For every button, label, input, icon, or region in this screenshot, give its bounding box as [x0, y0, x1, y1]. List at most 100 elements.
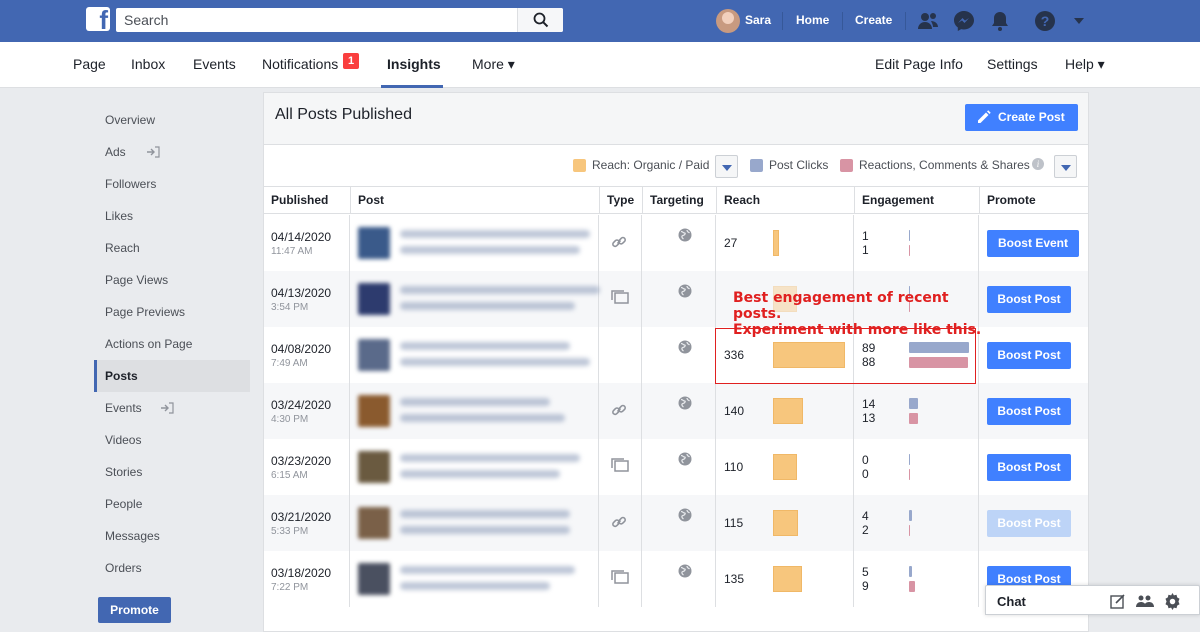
tab-inbox[interactable]: Inbox [131, 42, 165, 88]
blurred-post-text [400, 398, 550, 406]
post-cell[interactable] [350, 383, 599, 439]
post-clicks-swatch [750, 159, 763, 172]
boost-button[interactable]: Boost Post [987, 510, 1071, 537]
tab-notifications[interactable]: Notifications [262, 42, 338, 88]
tab-more[interactable]: More ▾ [472, 42, 515, 88]
messenger-icon[interactable] [952, 9, 976, 33]
create-post-button[interactable]: Create Post [965, 104, 1078, 131]
blurred-post-text [400, 526, 570, 534]
published-cell: 03/24/2020 4:30 PM [264, 383, 350, 439]
account-menu-chevron-down-icon[interactable] [1072, 14, 1086, 28]
boost-button[interactable]: Boost Post [987, 342, 1071, 369]
post-thumbnail[interactable] [358, 563, 390, 595]
promote-button[interactable]: Promote [98, 597, 171, 623]
profile-link[interactable]: Sara [745, 0, 771, 42]
sidebar-item-posts[interactable]: Posts [94, 360, 250, 392]
tab-edit-page-info[interactable]: Edit Page Info [875, 42, 963, 88]
reach-value: 135 [724, 572, 745, 586]
tab-page[interactable]: Page [73, 42, 106, 88]
group-chat-icon[interactable] [1136, 593, 1154, 609]
callout-line: Experiment with more like this. [733, 322, 982, 338]
sidebar-item-orders[interactable]: Orders [94, 552, 250, 584]
post-time: 6:15 AM [271, 470, 308, 481]
globe-public-icon [678, 340, 692, 354]
post-thumbnail[interactable] [358, 395, 390, 427]
post-cell[interactable] [350, 215, 599, 271]
post-cell[interactable] [350, 551, 599, 607]
reach-dropdown-chevron-down-icon[interactable] [715, 155, 738, 178]
new-message-icon[interactable] [1110, 593, 1126, 609]
blurred-post-text [400, 246, 580, 254]
notifications-count-badge: 1 [343, 53, 359, 69]
create-link[interactable]: Create [855, 0, 892, 42]
post-cell[interactable] [350, 271, 600, 327]
reach-bar [773, 454, 797, 480]
column-header-targeting[interactable]: Targeting [642, 187, 716, 214]
sidebar-item-page-views[interactable]: Page Views [94, 264, 250, 296]
reach-cell: 27 [716, 215, 854, 271]
column-header-reach[interactable]: Reach [716, 187, 854, 214]
post-time: 3:54 PM [271, 302, 309, 313]
column-header-post[interactable]: Post [350, 187, 599, 214]
post-date: 03/18/2020 [271, 566, 332, 580]
post-thumbnail[interactable] [358, 507, 390, 539]
panel-header: All Posts Published Create Post [264, 93, 1088, 145]
sidebar-item-likes[interactable]: Likes [94, 200, 250, 232]
link-icon [612, 516, 626, 528]
sidebar-item-events[interactable]: Events [94, 392, 250, 424]
help-icon[interactable]: ? [1033, 9, 1057, 33]
post-clicks-bar [909, 454, 910, 465]
sidebar-item-videos[interactable]: Videos [94, 424, 250, 456]
search-button[interactable] [517, 8, 563, 32]
post-clicks-bar [909, 510, 912, 521]
engagement-dropdown-chevron-down-icon[interactable] [1054, 155, 1077, 178]
friend-requests-icon[interactable] [916, 9, 940, 33]
targeting-cell [642, 383, 716, 439]
boost-button[interactable]: Boost Post [987, 454, 1071, 481]
legend-reactions-label: Reactions, Comments & Shares [859, 158, 1030, 172]
sidebar-item-people[interactable]: People [94, 488, 250, 520]
facebook-logo-icon[interactable]: f [86, 7, 110, 31]
post-cell[interactable] [350, 327, 599, 383]
post-cell[interactable] [350, 495, 599, 551]
column-header-published[interactable]: Published [264, 187, 350, 214]
post-cell[interactable] [350, 439, 599, 495]
post-thumbnail[interactable] [358, 339, 390, 371]
boost-button[interactable]: Boost Event [987, 230, 1079, 257]
avatar[interactable] [716, 9, 740, 33]
tab-events[interactable]: Events [193, 42, 236, 88]
search-input[interactable] [116, 8, 516, 32]
sidebar-item-messages[interactable]: Messages [94, 520, 250, 552]
link-icon [612, 404, 626, 416]
blurred-post-text [400, 566, 575, 574]
tab-insights[interactable]: Insights [387, 42, 441, 88]
sidebar-item-overview[interactable]: Overview [94, 104, 250, 136]
home-link[interactable]: Home [796, 0, 829, 42]
chat-settings-gear-icon[interactable] [1164, 593, 1181, 610]
sidebar-item-actions-on-page[interactable]: Actions on Page [94, 328, 250, 360]
column-header-engagement[interactable]: Engagement [854, 187, 979, 214]
targeting-cell [642, 271, 716, 327]
tab-help[interactable]: Help ▾ [1065, 42, 1105, 88]
notifications-bell-icon[interactable] [988, 9, 1012, 33]
sidebar-item-reach[interactable]: Reach [94, 232, 250, 264]
boost-button[interactable]: Boost Post [987, 286, 1071, 313]
chart-legend: Reach: Organic / Paid Post Clicks Reacti… [264, 146, 1088, 186]
sidebar-item-stories[interactable]: Stories [94, 456, 250, 488]
chat-bar[interactable]: Chat [985, 585, 1200, 615]
column-header-promote[interactable]: Promote [979, 187, 1088, 214]
post-thumbnail[interactable] [358, 283, 390, 315]
table-row: 03/21/2020 5:33 PM 115 4 2 Boost Post [264, 495, 1088, 551]
tab-settings[interactable]: Settings [987, 42, 1038, 88]
column-header-type[interactable]: Type [599, 187, 642, 214]
reach-bar [773, 510, 798, 536]
post-thumbnail[interactable] [358, 451, 390, 483]
sidebar-item-page-previews[interactable]: Page Previews [94, 296, 250, 328]
reactions-bar [909, 413, 918, 424]
post-thumbnail[interactable] [358, 227, 390, 259]
sidebar-item-ads[interactable]: Ads [94, 136, 250, 168]
info-icon[interactable]: i [1032, 158, 1044, 170]
boost-button[interactable]: Boost Post [987, 398, 1071, 425]
post-clicks-value: 5 [862, 565, 869, 579]
sidebar-item-followers[interactable]: Followers [94, 168, 250, 200]
